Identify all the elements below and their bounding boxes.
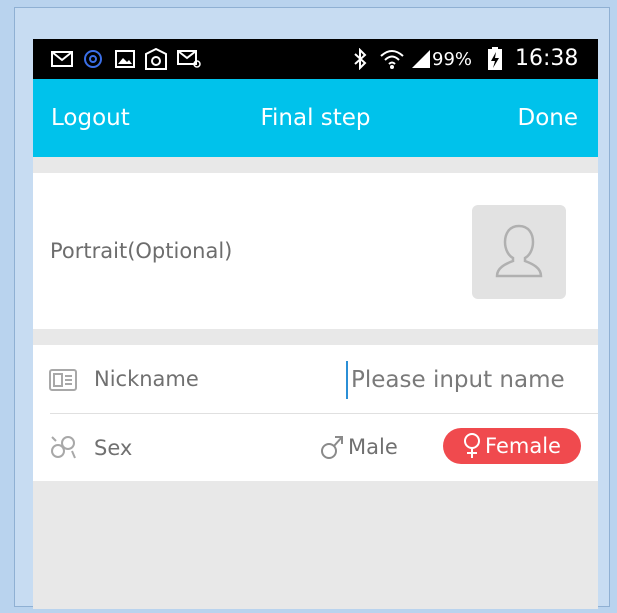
male-label: Male: [348, 435, 398, 459]
sex-label: Sex: [94, 436, 133, 460]
status-bar: 99% 16:38: [33, 39, 598, 79]
nickname-input[interactable]: [346, 361, 593, 399]
female-symbol-icon: [464, 433, 481, 458]
bluetooth-icon: [352, 48, 368, 70]
profile-form: Nickname Sex Male: [33, 345, 598, 481]
battery-percent: 99%: [432, 49, 473, 70]
page-title: Final step: [260, 105, 371, 131]
portrait-label: Portrait(Optional): [50, 239, 233, 263]
user-silhouette-icon: [495, 224, 543, 278]
at-circle-icon: [145, 48, 167, 70]
portrait-row[interactable]: Portrait(Optional): [33, 173, 598, 329]
at-sign-icon: [83, 49, 103, 69]
phone-screen: 99% 16:38 Logout Final step Done Portrai…: [33, 39, 598, 609]
female-label: Female: [485, 434, 561, 458]
email-at-icon: [177, 49, 201, 69]
app-header: Logout Final step Done: [33, 79, 598, 157]
done-button[interactable]: Done: [517, 105, 578, 131]
male-symbol-icon: [321, 436, 343, 459]
mail-icon: [51, 49, 73, 69]
signal-icon: [411, 49, 431, 69]
male-option[interactable]: Male: [320, 434, 398, 460]
wifi-icon: [379, 49, 405, 69]
id-card-icon: [49, 369, 77, 391]
female-option[interactable]: Female: [443, 428, 581, 464]
nickname-label: Nickname: [94, 367, 199, 391]
image-icon: [115, 49, 135, 69]
sex-row: Sex Male Female: [33, 414, 598, 482]
gender-icon: [51, 436, 76, 459]
nickname-row: Nickname: [33, 345, 598, 414]
clock: 16:38: [515, 46, 579, 71]
battery-charging-icon: [487, 47, 503, 70]
portrait-picker[interactable]: [472, 205, 566, 299]
